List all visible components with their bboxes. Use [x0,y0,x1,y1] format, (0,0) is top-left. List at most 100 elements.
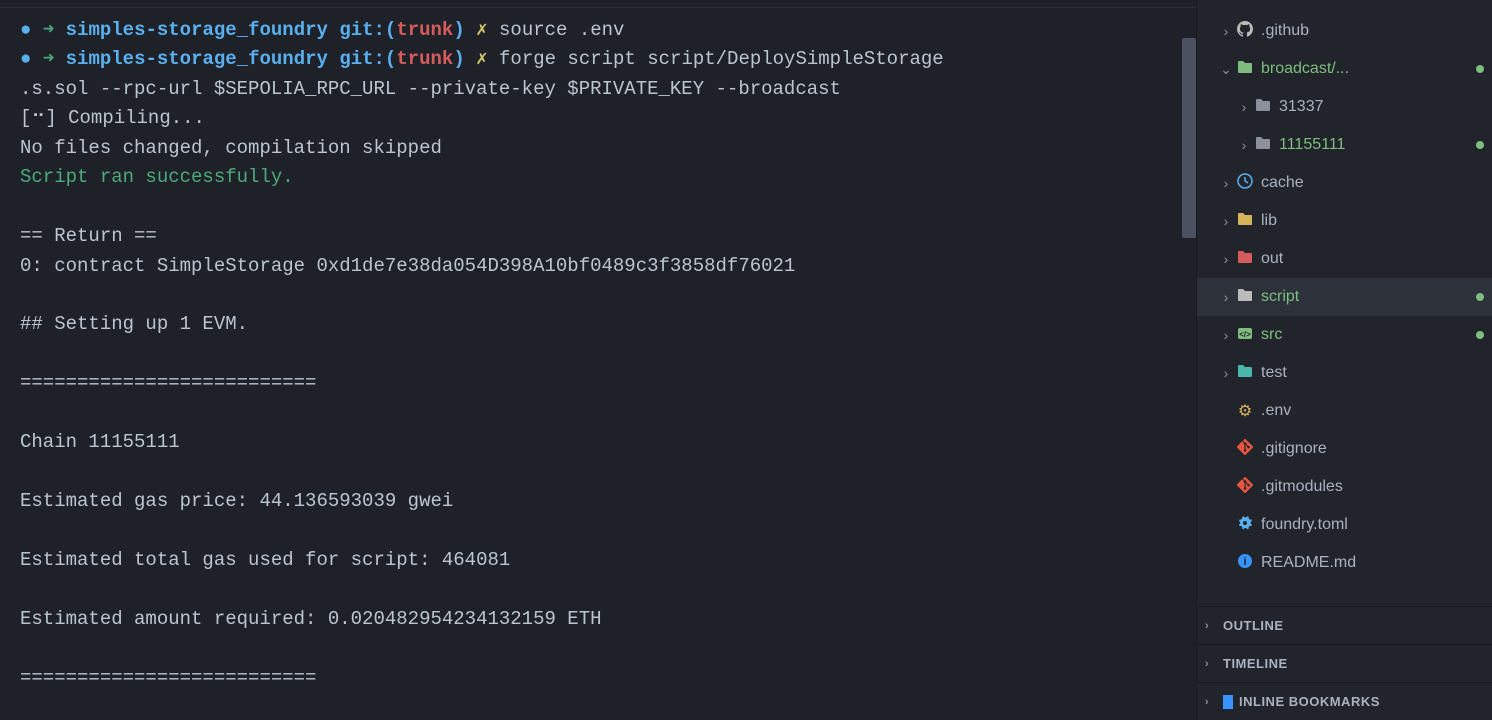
terminal-output: Chain 11155111 [2,428,1194,457]
terminal-output [2,516,1194,545]
folder-label: test [1261,364,1484,382]
modified-dot-icon [1476,331,1484,339]
terminal-success: Script ran successfully. [2,163,1194,192]
chevron-right-icon: › [1217,23,1235,39]
git-label: git: [339,48,385,70]
folder-script[interactable]: › script [1197,278,1492,316]
folder-src[interactable]: › </> src [1197,316,1492,354]
terminal-panel: ● ➜ simples-storage_foundry git:(trunk) … [0,0,1196,720]
terminal-output [2,340,1194,369]
folder-icon [1235,364,1255,383]
file-env[interactable]: ⚙ .env [1197,392,1492,430]
arrow-icon: ➜ [43,48,66,70]
chevron-right-icon: › [1217,327,1235,343]
folder-icon [1235,60,1255,79]
file-label: .env [1261,402,1484,420]
folder-broadcast[interactable]: ⌄ broadcast/... [1197,50,1492,88]
file-label: .gitignore [1261,440,1484,458]
terminal-output: Estimated total gas used for script: 464… [2,546,1194,575]
file-tree: › .github ⌄ broadcast/... › 31337 › 1115… [1197,8,1492,606]
svg-text:i: i [1243,556,1246,568]
chevron-right-icon: › [1205,696,1223,708]
svg-text:</>: </> [1239,330,1251,339]
panel-label: OUTLINE [1223,618,1284,633]
folder-label: cache [1261,174,1484,192]
chevron-right-icon: › [1217,365,1235,381]
chevron-right-icon: › [1217,175,1235,191]
terminal-output: Estimated gas price: 44.136593039 gwei [2,487,1194,516]
command-text: source .env [499,19,624,41]
terminal-output: ## Setting up 1 EVM. [2,310,1194,339]
folder-label: src [1261,326,1476,344]
terminal-prompt-line-2: ● ➜ simples-storage_foundry git:(trunk) … [2,45,1194,74]
folder-icon [1253,136,1273,155]
terminal-output: ========================== [2,369,1194,398]
prompt-path: simples-storage_foundry [66,48,328,70]
terminal-output [2,281,1194,310]
file-foundry-toml[interactable]: foundry.toml [1197,506,1492,544]
terminal-output: 0: contract SimpleStorage 0xd1de7e38da05… [2,252,1194,281]
gear-icon [1235,515,1255,536]
chevron-right-icon: › [1205,658,1223,670]
terminal-output: .s.sol --rpc-url $SEPOLIA_RPC_URL --priv… [2,75,1194,104]
github-icon [1235,21,1255,42]
folder-cache[interactable]: › cache [1197,164,1492,202]
terminal-output [2,399,1194,428]
folder-label: 11155111 [1279,136,1476,154]
folder-out[interactable]: › out [1197,240,1492,278]
clock-icon [1235,173,1255,194]
folder-lib[interactable]: › lib [1197,202,1492,240]
folder-11155111[interactable]: › 11155111 [1197,126,1492,164]
folder-icon [1235,288,1255,307]
chevron-down-icon: ⌄ [1217,61,1235,78]
info-icon: i [1235,553,1255,574]
terminal-output: [⠒] Compiling... [2,104,1194,133]
terminal-output [2,458,1194,487]
arrow-icon: ➜ [43,19,66,41]
git-branch: trunk [396,19,453,41]
code-folder-icon: </> [1235,326,1255,345]
folder-icon [1253,98,1273,117]
cross-icon: ✗ [476,48,487,70]
bookmarks-panel[interactable]: › INLINE BOOKMARKS [1197,682,1492,720]
terminal-output: Estimated amount required: 0.02048295423… [2,605,1194,634]
chevron-right-icon: › [1217,251,1235,267]
outline-panel[interactable]: › OUTLINE [1197,606,1492,644]
chevron-right-icon: › [1235,137,1253,153]
folder-31337[interactable]: › 31337 [1197,88,1492,126]
file-label: README.md [1261,554,1484,572]
folder-label: out [1261,250,1484,268]
terminal-output: No files changed, compilation skipped [2,134,1194,163]
terminal-output: == Return == [2,222,1194,251]
file-readme[interactable]: i README.md [1197,544,1492,582]
explorer-header[interactable] [1197,0,1492,8]
folder-icon [1235,212,1255,231]
folder-github[interactable]: › .github [1197,12,1492,50]
chevron-right-icon: › [1205,620,1223,632]
panel-label: TIMELINE [1223,656,1288,671]
folder-test[interactable]: › test [1197,354,1492,392]
file-gitmodules[interactable]: .gitmodules [1197,468,1492,506]
folder-label: broadcast/... [1261,60,1476,78]
git-branch: trunk [396,48,453,70]
folder-icon [1235,250,1255,269]
git-icon [1235,439,1255,460]
modified-dot-icon [1476,293,1484,301]
prompt-path: simples-storage_foundry [66,19,328,41]
bookmark-icon [1223,695,1233,709]
file-label: foundry.toml [1261,516,1484,534]
folder-label: lib [1261,212,1484,230]
modified-dot-icon [1476,141,1484,149]
git-icon [1235,477,1255,498]
terminal-output [2,575,1194,604]
bullet-icon: ● [20,19,31,41]
file-label: .gitmodules [1261,478,1484,496]
cross-icon: ✗ [476,19,487,41]
file-gitignore[interactable]: .gitignore [1197,430,1492,468]
terminal-content[interactable]: ● ➜ simples-storage_foundry git:(trunk) … [0,8,1196,720]
timeline-panel[interactable]: › TIMELINE [1197,644,1492,682]
folder-label: script [1261,288,1476,306]
terminal-scrollbar[interactable] [1182,38,1196,238]
bullet-icon: ● [20,48,31,70]
chevron-right-icon: › [1217,289,1235,305]
